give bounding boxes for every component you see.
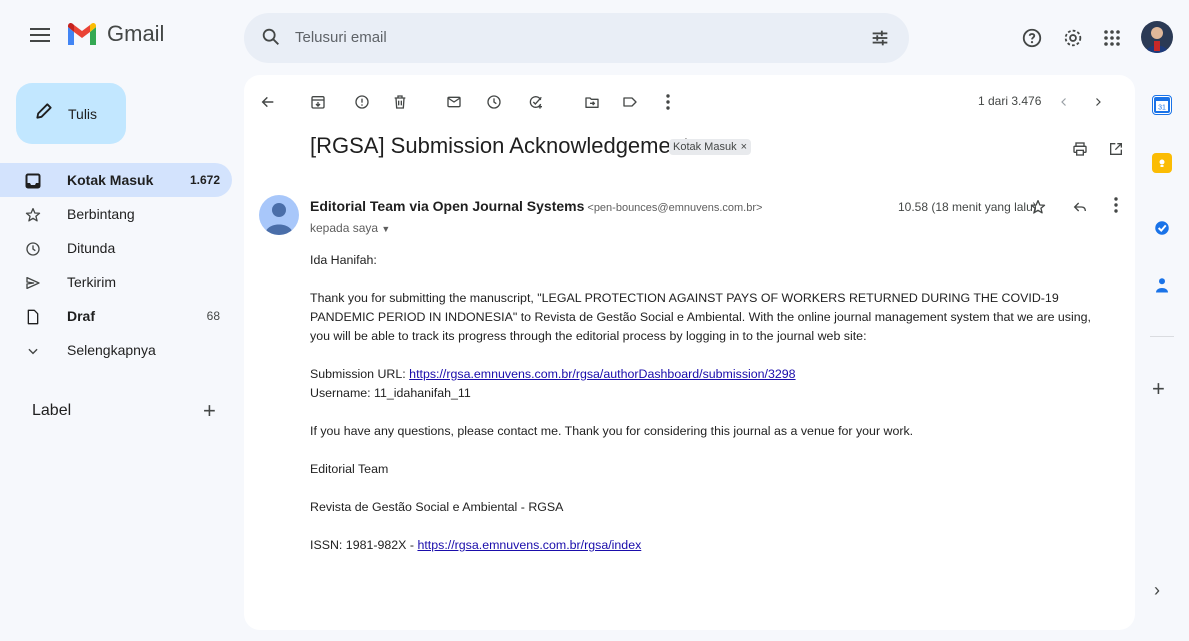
account-avatar[interactable] (1141, 21, 1173, 53)
app-name: Gmail (107, 21, 165, 46)
get-addons-plus-icon[interactable]: + (1152, 376, 1165, 402)
gmail-m-icon (68, 22, 96, 45)
calendar-icon[interactable]: 31 (1152, 95, 1172, 115)
sidebar-item-label: Ditunda (67, 240, 116, 256)
sender-email: <pen-bounces@emnuvens.com.br> (587, 202, 763, 214)
reply-arrow-icon[interactable] (1070, 197, 1090, 217)
sidebar-item-label: Terkirim (67, 274, 116, 290)
archive-icon[interactable] (308, 92, 328, 112)
draft-icon (24, 308, 42, 326)
add-label-button[interactable]: + (203, 400, 216, 422)
sidebar-item-label: Draf (67, 308, 96, 324)
sender-avatar[interactable] (259, 195, 299, 235)
sidebar-item-more[interactable]: Selengkapnya (0, 333, 232, 367)
newer-chevron-left-icon[interactable] (1054, 92, 1074, 112)
move-to-icon[interactable] (582, 92, 602, 112)
message-more-vert-icon[interactable] (1106, 195, 1126, 215)
received-time: 10.58 (18 menit yang lalu) (898, 200, 1037, 214)
gmail-logo[interactable]: Gmail (66, 21, 164, 47)
report-spam-icon[interactable] (352, 92, 372, 112)
help-icon[interactable] (1020, 26, 1044, 50)
body-paragraph: If you have any questions, please contac… (310, 424, 914, 438)
star-toggle-icon[interactable] (1028, 197, 1048, 217)
snooze-clock-icon[interactable] (484, 92, 504, 112)
chevron-down-icon (24, 342, 42, 360)
greeting: Ida Hanifah: (310, 253, 377, 267)
sidebar-item-snoozed[interactable]: Ditunda (0, 231, 232, 265)
draft-count: 68 (206, 309, 220, 323)
clock-icon (24, 240, 42, 258)
contacts-icon[interactable] (1152, 275, 1172, 295)
issn-line: ISSN: 1981-982X - https://rgsa.emnuvens.… (310, 536, 1110, 555)
remove-label-button[interactable]: × (741, 141, 747, 153)
sender-name[interactable]: Editorial Team via Open Journal Systems (310, 198, 584, 214)
sidebar-item-label: Selengkapnya (67, 342, 156, 358)
submission-label: Submission URL: (310, 367, 410, 381)
tasks-icon[interactable] (1152, 218, 1172, 238)
more-vert-icon[interactable] (658, 92, 678, 112)
email-body: Ida Hanifah: Thank you for submitting th… (310, 251, 1110, 574)
message-view: 1 dari 3.476 [RGSA] Submission Acknowled… (244, 75, 1135, 630)
unread-count: 1.672 (189, 173, 220, 187)
mark-unread-icon[interactable] (444, 92, 464, 112)
signature-team: Editorial Team (310, 462, 389, 476)
recipient-text: kepada saya (310, 221, 379, 235)
body-paragraph: Thank you for submitting the manuscript,… (310, 291, 1091, 343)
email-subject: [RGSA] Submission Acknowledgement (310, 133, 690, 158)
open-new-window-icon[interactable] (1106, 139, 1126, 159)
compose-label: Tulis (68, 105, 98, 122)
sidebar-item-drafts[interactable]: Draf 68 (0, 299, 232, 333)
labels-heading: Label (32, 402, 72, 419)
signature-journal: Revista de Gestão Social e Ambiental - R… (310, 500, 564, 514)
svg-text:31: 31 (1158, 105, 1166, 112)
username-line: Username: 11_idahanifah_11 (310, 386, 471, 400)
main-menu-button[interactable] (28, 24, 52, 48)
search-options-icon[interactable] (869, 27, 891, 54)
compose-button[interactable]: Tulis (16, 83, 126, 144)
sidebar-item-sent[interactable]: Terkirim (0, 265, 232, 299)
pencil-icon (34, 101, 54, 126)
send-icon (24, 274, 42, 292)
search-bar[interactable]: Telusuri email (244, 13, 909, 63)
back-arrow-icon[interactable] (258, 92, 278, 112)
apps-grid-icon[interactable] (1100, 26, 1124, 50)
issn-label: ISSN: 1981-982X - (310, 538, 418, 552)
older-chevron-right-icon[interactable] (1088, 92, 1108, 112)
label-chip-text: Kotak Masuk (673, 141, 737, 153)
rail-divider (1150, 336, 1174, 337)
sidebar-nav: Kotak Masuk 1.672 Berbintang Ditunda Ter… (0, 163, 232, 367)
submission-link[interactable]: https://rgsa.emnuvens.com.br/rgsa/author… (409, 367, 795, 381)
sender-info[interactable]: Editorial Team via Open Journal Systems <… (310, 198, 762, 214)
pagination-count: 1 dari 3.476 (978, 94, 1042, 108)
print-icon[interactable] (1070, 139, 1090, 159)
sidebar-item-label: Berbintang (67, 206, 135, 222)
label-tag-icon[interactable] (620, 92, 640, 112)
search-input[interactable]: Telusuri email (295, 29, 387, 46)
submission-line: Submission URL: https://rgsa.emnuvens.co… (310, 365, 1110, 384)
inbox-label-chip[interactable]: Kotak Masuk × (669, 139, 752, 155)
journal-index-link[interactable]: https://rgsa.emnuvens.com.br/rgsa/index (417, 538, 641, 552)
sidebar-item-label: Kotak Masuk (67, 172, 154, 188)
keep-icon[interactable] (1152, 153, 1172, 173)
sidebar-item-starred[interactable]: Berbintang (0, 197, 232, 231)
recipient-details-toggle[interactable]: kepada saya ▼ (310, 221, 390, 235)
top-bar: Gmail Telusuri email (0, 0, 1189, 76)
caret-down-icon: ▼ (381, 224, 391, 234)
inbox-icon (24, 172, 42, 190)
sidebar-item-inbox[interactable]: Kotak Masuk 1.672 (0, 163, 232, 197)
search-icon[interactable] (260, 26, 282, 53)
delete-trash-icon[interactable] (390, 92, 410, 112)
show-side-panel-chevron-icon[interactable]: › (1154, 580, 1160, 601)
settings-gear-icon[interactable] (1061, 26, 1085, 50)
add-to-tasks-icon[interactable] (526, 92, 546, 112)
star-icon (24, 206, 42, 224)
